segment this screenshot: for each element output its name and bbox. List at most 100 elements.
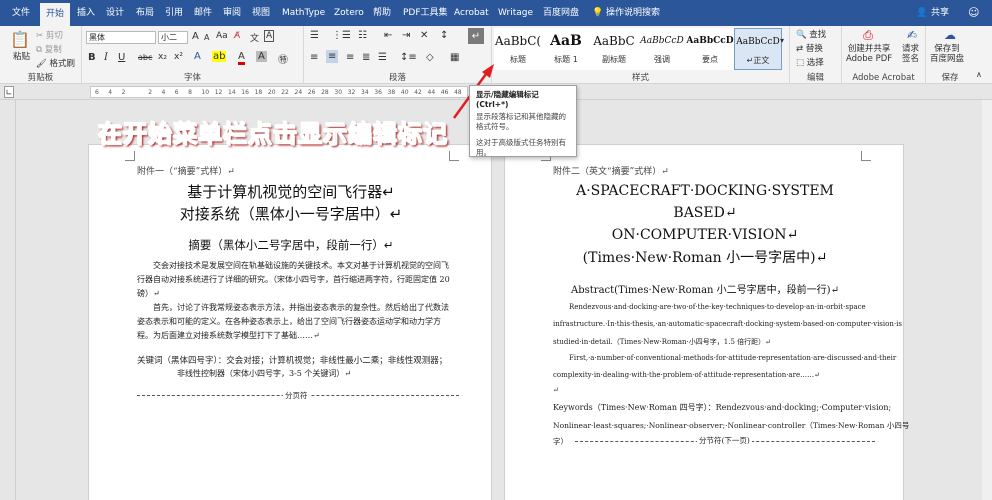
subscript-button[interactable]: x₂ [158, 52, 167, 62]
align-left-icon[interactable]: ≡ [310, 52, 318, 63]
create-pdf-icon[interactable]: ⎙ [860, 27, 876, 43]
style-emphasis[interactable]: AaBbCcD 强调 [638, 28, 686, 70]
strikethrough-button[interactable]: abc [138, 53, 152, 62]
sort-icon[interactable]: ↕ [440, 30, 448, 41]
tab-insert[interactable]: 插入 [77, 0, 95, 26]
tab-design[interactable]: 设计 [106, 0, 124, 26]
cloud-save-icon[interactable]: ☁ [942, 27, 958, 43]
style-strong[interactable]: AaBbCcD 要点 [686, 28, 734, 70]
tab-home[interactable]: 开始 [40, 3, 71, 26]
right-header: 附件二（英文“摘要”式样）↵ [553, 167, 669, 177]
collapse-ribbon-icon[interactable]: ∧ [976, 70, 982, 79]
baidu-group-label: 保存 [941, 73, 959, 83]
horizontal-ruler[interactable]: 6 4 2 2 4 6 8 10 12 14 16 18 20 22 24 26 28 30 32 34 36 38 40 4… [90, 86, 468, 98]
find-button[interactable]: 🔍 查找 [796, 28, 826, 40]
vertical-ruler[interactable] [0, 100, 16, 500]
create-share-pdf-button[interactable]: 创建并共享 Adobe PDF [846, 44, 892, 64]
ruler-tick: 34 [361, 89, 369, 96]
enclose-char-icon[interactable]: ㊕ [278, 51, 288, 66]
ruler-tick: 30 [334, 89, 343, 96]
multilevel-list-icon[interactable]: ☷ [358, 30, 367, 41]
style-heading1[interactable]: AaB 标题 1 [542, 28, 590, 70]
tab-baidu[interactable]: 百度网盘 [543, 0, 579, 26]
request-signature-button[interactable]: 请求 签名 [902, 44, 919, 64]
shading-icon[interactable]: ◇ [426, 52, 434, 63]
tab-mailings[interactable]: 邮件 [194, 0, 212, 26]
tab-references[interactable]: 引用 [165, 0, 183, 26]
select-label: 选择 [806, 58, 824, 68]
italic-button[interactable]: I [104, 52, 108, 63]
font-color-button[interactable]: A [238, 51, 245, 65]
align-right-icon[interactable]: ≡ [346, 52, 354, 63]
tab-review[interactable]: 审阅 [223, 0, 241, 26]
char-shading-icon[interactable]: A [256, 51, 267, 62]
align-center-icon[interactable]: ≡ [326, 50, 339, 63]
superscript-button[interactable]: x² [174, 52, 183, 62]
font-name-combo[interactable]: 黑体 [86, 31, 156, 44]
clipboard-group: 📋 粘贴 ✂ 剪切 ⧉ 复制 🖌 格式刷 剪贴板 [0, 26, 82, 84]
underline-button[interactable]: U [118, 52, 125, 63]
cut-button[interactable]: ✂ 剪切 [36, 29, 63, 41]
page-break-label: 分页符 [283, 390, 310, 401]
increase-indent-icon[interactable]: ⇥ [402, 30, 410, 41]
paste-icon[interactable]: 📋 [8, 28, 32, 50]
paste-label[interactable]: 粘贴 [13, 50, 30, 62]
share-button[interactable]: 共享 [931, 0, 949, 26]
format-painter-button[interactable]: 🖌 格式刷 [36, 57, 75, 69]
style-subtitle[interactable]: AaBbC 副标题 [590, 28, 638, 70]
style-normal[interactable]: AaBbCcD ↵正文 [734, 28, 782, 70]
tab-zotero[interactable]: Zotero [334, 0, 364, 26]
crop-mark-tr [449, 151, 459, 161]
style-name: 要点 [702, 55, 718, 64]
decrease-indent-icon[interactable]: ⇤ [384, 30, 392, 41]
bold-button[interactable]: B [88, 52, 96, 63]
phonetic-guide-icon[interactable]: 文 [250, 31, 259, 44]
tab-view[interactable]: 视图 [252, 0, 270, 26]
ruler-tick: 2 [148, 89, 153, 96]
left-title-line2: 对接系统（黑体小一号字居中）↵ [179, 205, 403, 223]
show-hide-marks-button[interactable]: ↵ [468, 28, 484, 44]
tab-file[interactable]: 文件 [12, 0, 30, 26]
find-label: 查找 [809, 30, 827, 40]
shrink-font-button[interactable]: A [204, 33, 209, 42]
numbering-icon[interactable]: ⋮☰ [332, 30, 351, 41]
tab-acrobat[interactable]: Acrobat [454, 0, 489, 26]
tab-mathtype[interactable]: MathType [282, 0, 325, 26]
right-keywords-line3: 字） [553, 437, 568, 446]
right-page[interactable]: 附件二（英文“摘要”式样）↵ A·SPACECRAFT·DOCKING·SYST… [504, 144, 909, 500]
text-effects-icon[interactable]: A [194, 51, 201, 62]
tell-me-search[interactable]: 操作说明搜索 [606, 0, 660, 26]
justify-icon[interactable]: ≣ [362, 52, 370, 63]
right-title-line3: ON·COMPUTER·VISION↵ [611, 227, 799, 243]
section-break-label: 分节符(下一页) [697, 435, 752, 446]
tab-help[interactable]: 帮助 [373, 0, 391, 26]
highlight-icon[interactable]: ab [212, 51, 227, 62]
ruler-tick: 14 [228, 89, 236, 96]
tab-writage[interactable]: Writage [498, 0, 533, 26]
select-button[interactable]: ⬚ 选择 [796, 56, 824, 68]
tab-selector-icon[interactable]: ∟ [4, 86, 14, 98]
chinese-layout-icon[interactable]: ✕ [420, 30, 428, 41]
bullets-icon[interactable]: ☰ [310, 30, 319, 41]
copy-button[interactable]: ⧉ 复制 [36, 43, 62, 55]
clear-format-icon[interactable]: A̸ [234, 31, 240, 41]
smiley-icon[interactable]: ☺ [968, 0, 979, 26]
ruler-tick: 26 [307, 89, 316, 96]
char-border-icon[interactable]: A [264, 30, 275, 42]
ruler-tick: 22 [281, 89, 289, 96]
line-spacing-icon[interactable]: ↕≡ [400, 52, 417, 63]
grow-font-button[interactable]: A [192, 31, 199, 42]
style-preview: AaBbCcD [640, 36, 684, 46]
left-page[interactable]: 附件一（“摘要”式样）↵ 基于计算机视觉的空间飞行器↵ 对接系统（黑体小一号字居… [88, 144, 492, 500]
left-keywords-line1: 关键词（黑体四号字）：交会对接；计算机视觉；非线性最小二乘；非线性观测器； [137, 356, 448, 366]
save-to-baidu-button[interactable]: 保存到 百度网盘 [930, 44, 964, 64]
vertical-scrollbar[interactable] [982, 100, 992, 500]
styles-more-icon[interactable]: ▾ [780, 36, 784, 45]
tab-layout[interactable]: 布局 [136, 0, 154, 26]
change-case-button[interactable]: Aa [216, 31, 228, 41]
font-size-combo[interactable]: 小二 [158, 31, 188, 44]
tab-pdf-tools[interactable]: PDF工具集 [403, 0, 448, 26]
replace-button[interactable]: ⇄ 替换 [796, 42, 823, 54]
distributed-icon[interactable]: ☰ [378, 52, 387, 63]
request-signature-icon[interactable]: ✍ [904, 27, 920, 43]
